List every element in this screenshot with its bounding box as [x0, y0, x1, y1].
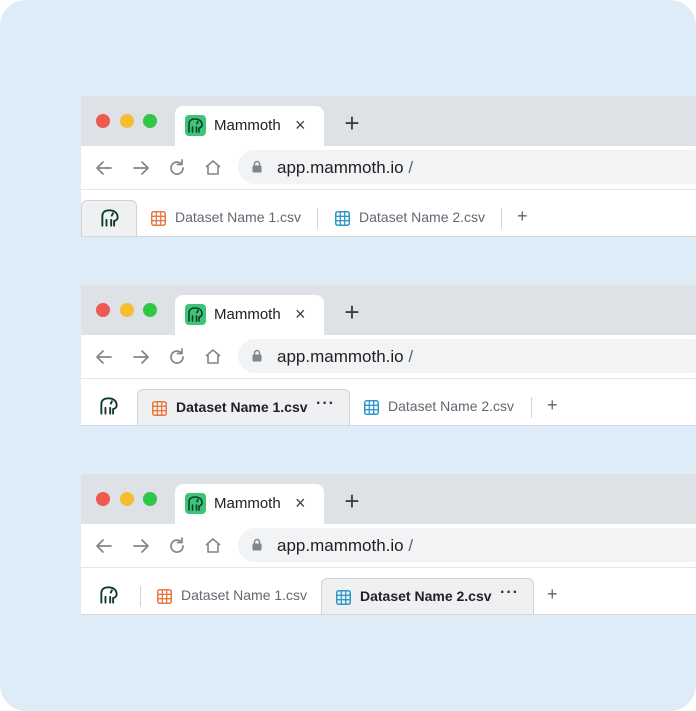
url-host: app.mammoth.io	[277, 158, 404, 177]
browser-toolbar: app.mammoth.io /	[81, 524, 696, 568]
forward-arrow-icon[interactable]	[130, 535, 152, 557]
url-text: app.mammoth.io /	[277, 347, 413, 367]
close-window-button[interactable]	[96, 492, 110, 506]
url-path: /	[408, 347, 414, 366]
close-window-button[interactable]	[96, 114, 110, 128]
minimize-window-button[interactable]	[120, 114, 134, 128]
close-tab-icon[interactable]: ×	[295, 491, 306, 515]
new-browser-tab-button[interactable]: +	[339, 299, 365, 325]
blue-grid-icon	[335, 211, 350, 226]
tab-divider	[531, 397, 532, 418]
maximize-window-button[interactable]	[143, 492, 157, 506]
dataset-tab-2[interactable]: Dataset Name 2.csv	[321, 200, 501, 236]
close-window-button[interactable]	[96, 303, 110, 317]
app-tab-strip: Dataset Name 1.csv ··· Dataset Name 2.cs…	[81, 379, 696, 426]
blue-grid-icon	[336, 590, 351, 605]
url-text: app.mammoth.io /	[277, 536, 413, 556]
mammoth-home-icon	[101, 209, 119, 227]
home-icon[interactable]	[202, 535, 224, 557]
home-tab[interactable]	[81, 200, 137, 236]
browser-tab-mammoth[interactable]: Mammoth ×	[175, 295, 324, 335]
maximize-window-button[interactable]	[143, 114, 157, 128]
maximize-window-button[interactable]	[143, 303, 157, 317]
title-bar: Mammoth × +	[81, 96, 696, 146]
mammoth-logo-icon	[185, 304, 206, 325]
add-tab-button[interactable]: +	[517, 204, 528, 228]
dataset-tab-1[interactable]: Dataset Name 1.csv	[137, 200, 317, 236]
new-browser-tab-button[interactable]: +	[339, 488, 365, 514]
orange-grid-icon	[152, 401, 167, 416]
add-tab-button[interactable]: +	[547, 393, 558, 417]
lock-icon	[252, 538, 262, 551]
dataset-tab-2[interactable]: Dataset Name 2.csv	[350, 389, 530, 425]
dataset-tab-label: Dataset Name 2.csv	[360, 588, 492, 604]
dataset-tab-1[interactable]: Dataset Name 1.csv ···	[137, 389, 350, 425]
new-browser-tab-button[interactable]: +	[339, 110, 365, 136]
address-bar[interactable]: app.mammoth.io /	[238, 528, 696, 562]
back-arrow-icon[interactable]	[93, 535, 115, 557]
title-bar: Mammoth × +	[81, 474, 696, 524]
orange-grid-icon	[151, 211, 166, 226]
forward-arrow-icon[interactable]	[130, 157, 152, 179]
tab-divider	[501, 208, 502, 229]
dataset-tab-label: Dataset Name 2.csv	[388, 398, 515, 414]
app-tab-strip: Dataset Name 1.csv Dataset Name 2.csv +	[81, 190, 696, 237]
home-icon[interactable]	[202, 157, 224, 179]
browser-window-2: Mammoth × + app.mammoth.io / Dataset Nam…	[81, 285, 696, 426]
url-path: /	[408, 536, 414, 555]
mammoth-logo-icon	[185, 115, 206, 136]
reload-icon[interactable]	[166, 346, 188, 368]
mammoth-home-icon	[100, 586, 118, 604]
browser-window-1: Mammoth × + app.mammoth.io / Dataset Nam…	[81, 96, 696, 237]
reload-icon[interactable]	[166, 535, 188, 557]
dataset-tab-label: Dataset Name 2.csv	[359, 209, 486, 225]
close-tab-icon[interactable]: ×	[295, 113, 306, 137]
mammoth-logo-icon	[185, 493, 206, 514]
browser-window-3: Mammoth × + app.mammoth.io / Dataset Nam…	[81, 474, 696, 615]
home-tab[interactable]	[81, 389, 137, 425]
dataset-tab-label: Dataset Name 1.csv	[175, 209, 302, 225]
mammoth-home-icon	[100, 397, 118, 415]
blue-grid-icon	[364, 400, 379, 415]
dataset-tab-label: Dataset Name 1.csv	[181, 587, 308, 603]
home-tab[interactable]	[81, 578, 137, 614]
dataset-tab-1[interactable]: Dataset Name 1.csv	[143, 578, 321, 614]
lock-icon	[252, 349, 262, 362]
back-arrow-icon[interactable]	[93, 346, 115, 368]
address-bar[interactable]: app.mammoth.io /	[238, 150, 696, 184]
home-icon[interactable]	[202, 346, 224, 368]
more-options-icon[interactable]: ···	[500, 584, 519, 602]
browser-toolbar: app.mammoth.io /	[81, 335, 696, 379]
lock-icon	[252, 160, 262, 173]
orange-grid-icon	[157, 589, 172, 604]
url-path: /	[408, 158, 414, 177]
browser-tab-mammoth[interactable]: Mammoth ×	[175, 106, 324, 146]
browser-tab-title: Mammoth	[214, 306, 281, 323]
more-options-icon[interactable]: ···	[316, 395, 335, 413]
browser-tab-mammoth[interactable]: Mammoth ×	[175, 484, 324, 524]
url-text: app.mammoth.io /	[277, 158, 413, 178]
url-host: app.mammoth.io	[277, 536, 404, 555]
background-canvas: Mammoth × + app.mammoth.io / Dataset Nam…	[0, 0, 696, 711]
tab-divider	[317, 208, 318, 229]
dataset-tab-label: Dataset Name 1.csv	[176, 399, 308, 415]
title-bar: Mammoth × +	[81, 285, 696, 335]
browser-tab-title: Mammoth	[214, 117, 281, 134]
browser-toolbar: app.mammoth.io /	[81, 146, 696, 190]
url-host: app.mammoth.io	[277, 347, 404, 366]
address-bar[interactable]: app.mammoth.io /	[238, 339, 696, 373]
minimize-window-button[interactable]	[120, 303, 134, 317]
minimize-window-button[interactable]	[120, 492, 134, 506]
app-tab-strip: Dataset Name 1.csv Dataset Name 2.csv ··…	[81, 568, 696, 615]
tab-divider	[140, 586, 141, 607]
dataset-tab-2[interactable]: Dataset Name 2.csv ···	[321, 578, 534, 614]
add-tab-button[interactable]: +	[547, 582, 558, 606]
browser-tab-title: Mammoth	[214, 495, 281, 512]
close-tab-icon[interactable]: ×	[295, 302, 306, 326]
back-arrow-icon[interactable]	[93, 157, 115, 179]
forward-arrow-icon[interactable]	[130, 346, 152, 368]
reload-icon[interactable]	[166, 157, 188, 179]
